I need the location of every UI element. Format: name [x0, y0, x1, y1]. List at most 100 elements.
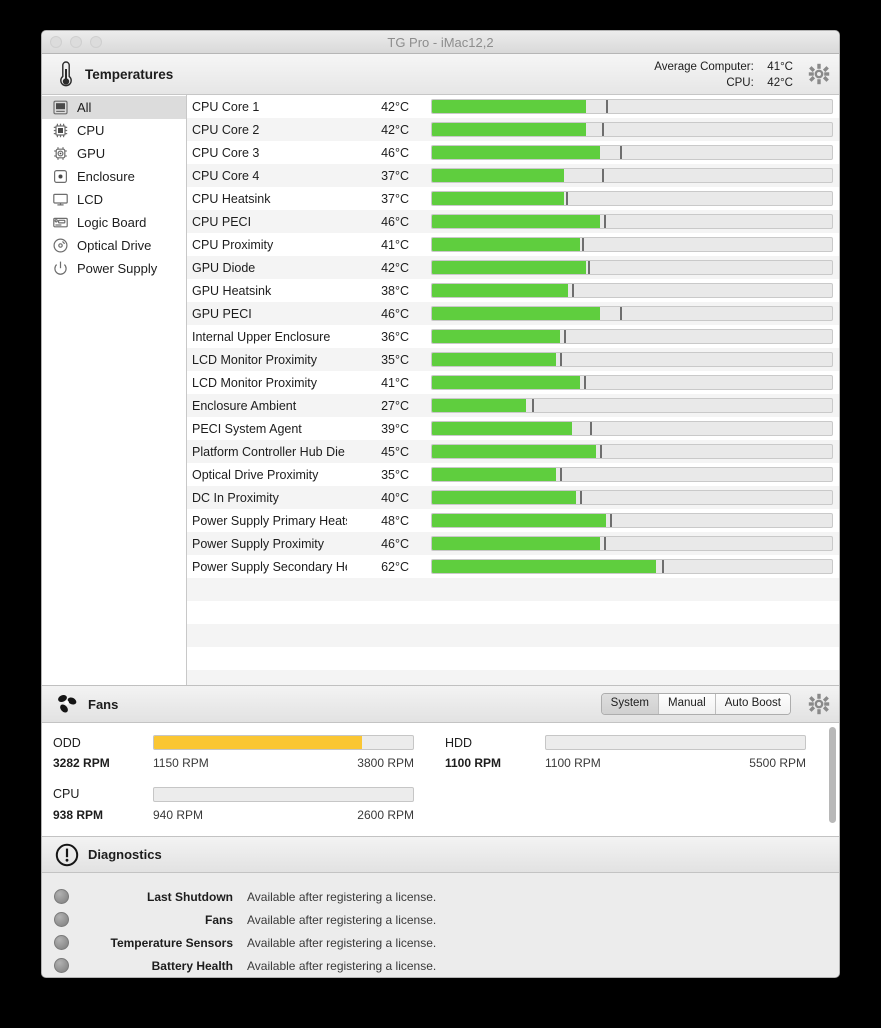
sensor-row[interactable]: GPU Diode 42°C [187, 256, 839, 279]
fans-scrollbar[interactable] [829, 727, 836, 823]
sensor-bar-fill [432, 491, 576, 504]
sensor-row[interactable]: GPU PECI 46°C [187, 302, 839, 325]
sensor-value: 35°C [381, 352, 409, 367]
sensor-row[interactable]: DC In Proximity 40°C [187, 486, 839, 509]
sidebar-item-gpu[interactable]: GPU [42, 142, 186, 165]
diagnostics-row: Fans Available after registering a licens… [42, 908, 839, 931]
sensor-row[interactable]: Power Supply Secondary Heatsink 62°C [187, 555, 839, 578]
sidebar-item-cpu[interactable]: CPU [42, 119, 186, 142]
sensor-name: CPU Core 2 [192, 122, 260, 137]
sensor-row[interactable]: GPU Heatsink 38°C [187, 279, 839, 302]
sensor-name: Internal Upper Enclosure [192, 329, 331, 344]
fan-mode-auto-boost[interactable]: Auto Boost [714, 694, 790, 714]
sidebar-item-logic-board[interactable]: Logic Board [42, 211, 186, 234]
temperatures-header: Temperatures Average Computer: 41°C CPU:… [42, 54, 839, 95]
sensor-bar [431, 536, 833, 551]
sensor-bar [431, 467, 833, 482]
sensor-value: 37°C [381, 191, 409, 206]
sensor-bar [431, 237, 833, 252]
sensor-name: Platform Controller Hub Die [192, 444, 345, 459]
sensor-list[interactable]: CPU Core 1 42°C CPU Core 2 42°C CPU Core 3 46… [187, 95, 839, 685]
sensor-bar [431, 490, 833, 505]
minimize-button[interactable] [70, 36, 82, 48]
sensor-row[interactable]: Power Supply Primary Heatsink 48°C [187, 509, 839, 532]
sensor-value: 46°C [381, 536, 409, 551]
sensor-row[interactable]: CPU PECI 46°C [187, 210, 839, 233]
fan-label: ODD [53, 735, 81, 750]
sensor-bar-fill [432, 169, 564, 182]
sensor-value: 42°C [381, 122, 409, 137]
fan-speed-slider[interactable] [545, 735, 806, 750]
sensor-row[interactable]: Internal Upper Enclosure 36°C [187, 325, 839, 348]
sensor-name: Power Supply Proximity [192, 536, 324, 551]
sidebar-item-enclosure[interactable]: Enclosure [42, 165, 186, 188]
sensor-bar-fill [432, 422, 572, 435]
diagnostics-status: Available after registering a license. [247, 912, 437, 927]
sensor-bar-fill [432, 100, 586, 113]
fan-cell: HDD 1100 RPM 1100 RPM 5500 RPM [434, 733, 826, 783]
sensor-bar [431, 122, 833, 137]
sensor-row[interactable]: Enclosure Ambient 27°C [187, 394, 839, 417]
diagnostics-title: Diagnostics [88, 847, 162, 862]
sensor-name: GPU Diode [192, 260, 256, 275]
sidebar-item-label: All [77, 100, 92, 115]
power-icon [51, 259, 70, 278]
fan-speed-slider[interactable] [153, 735, 414, 750]
fan-speed-slider[interactable] [153, 786, 414, 802]
gear-icon[interactable] [808, 693, 830, 715]
fan-min-rpm: 1150 RPM [153, 756, 209, 770]
sidebar-item-lcd[interactable]: LCD [42, 188, 186, 211]
sensor-bar-tick [564, 330, 566, 343]
diagnostics-status: Available after registering a license. [247, 935, 437, 950]
sensor-bar-tick [590, 422, 592, 435]
sensor-bar [431, 191, 833, 206]
fan-min-rpm: 1100 RPM [545, 756, 601, 770]
sensor-row[interactable]: LCD Monitor Proximity 35°C [187, 348, 839, 371]
sensor-bar-fill [432, 192, 564, 205]
sensor-bar-tick [582, 238, 584, 251]
diagnostics-label: Temperature Sensors [110, 935, 234, 950]
sensor-value: 48°C [381, 513, 409, 528]
sensor-row[interactable]: CPU Heatsink 37°C [187, 187, 839, 210]
close-button[interactable] [50, 36, 62, 48]
sidebar-item-power-supply[interactable]: Power Supply [42, 257, 186, 280]
fan-min-rpm: 940 RPM [153, 807, 204, 822]
fan-cell: CPU 938 RPM 940 RPM 2600 RPM [42, 785, 434, 835]
sensor-row[interactable]: Optical Drive Proximity 35°C [187, 463, 839, 486]
fan-mode-manual[interactable]: Manual [658, 694, 715, 714]
sensor-row[interactable]: CPU Core 1 42°C [187, 95, 839, 118]
sidebar-item-label: GPU [77, 146, 106, 161]
gear-icon[interactable] [808, 63, 830, 85]
diagnostics-body: Last Shutdown Available after registering… [42, 873, 839, 977]
sensor-bar-tick [580, 491, 582, 504]
fan-label: CPU [53, 787, 80, 801]
fan-current-rpm: 3282 RPM [53, 756, 110, 770]
sensor-bar [431, 283, 833, 298]
zoom-button[interactable] [90, 36, 102, 48]
sensor-bar-fill [432, 560, 656, 573]
sensor-bar-fill [432, 284, 568, 297]
sensor-row-empty [187, 624, 839, 647]
sensor-row[interactable]: Power Supply Proximity 46°C [187, 532, 839, 555]
sensor-bar [431, 513, 833, 528]
sensor-name: Optical Drive Proximity [192, 467, 319, 482]
exclamation-circle-icon [54, 842, 80, 868]
sensor-bar-tick [620, 307, 622, 320]
fan-mode-segmented-control[interactable]: System Manual Auto Boost [600, 693, 791, 715]
fans-title: Fans [88, 696, 119, 712]
sidebar-item-optical-drive[interactable]: Optical Drive [42, 234, 186, 257]
sidebar-item-all[interactable]: All [42, 96, 186, 119]
sensor-row[interactable]: CPU Core 2 42°C [187, 118, 839, 141]
sensor-row[interactable]: CPU Proximity 41°C [187, 233, 839, 256]
sensor-bar [431, 168, 833, 183]
sensor-bar-tick [588, 261, 590, 274]
sensor-row[interactable]: LCD Monitor Proximity 41°C [187, 371, 839, 394]
sensor-name: CPU PECI [192, 214, 252, 229]
sensor-row[interactable]: CPU Core 4 37°C [187, 164, 839, 187]
fans-header: Fans System Manual Auto Boost [42, 686, 839, 723]
fan-mode-system[interactable]: System [601, 694, 659, 714]
monitor-icon [51, 190, 70, 209]
sensor-row[interactable]: CPU Core 3 46°C [187, 141, 839, 164]
sensor-row[interactable]: Platform Controller Hub Die 45°C [187, 440, 839, 463]
sensor-row[interactable]: PECI System Agent 39°C [187, 417, 839, 440]
